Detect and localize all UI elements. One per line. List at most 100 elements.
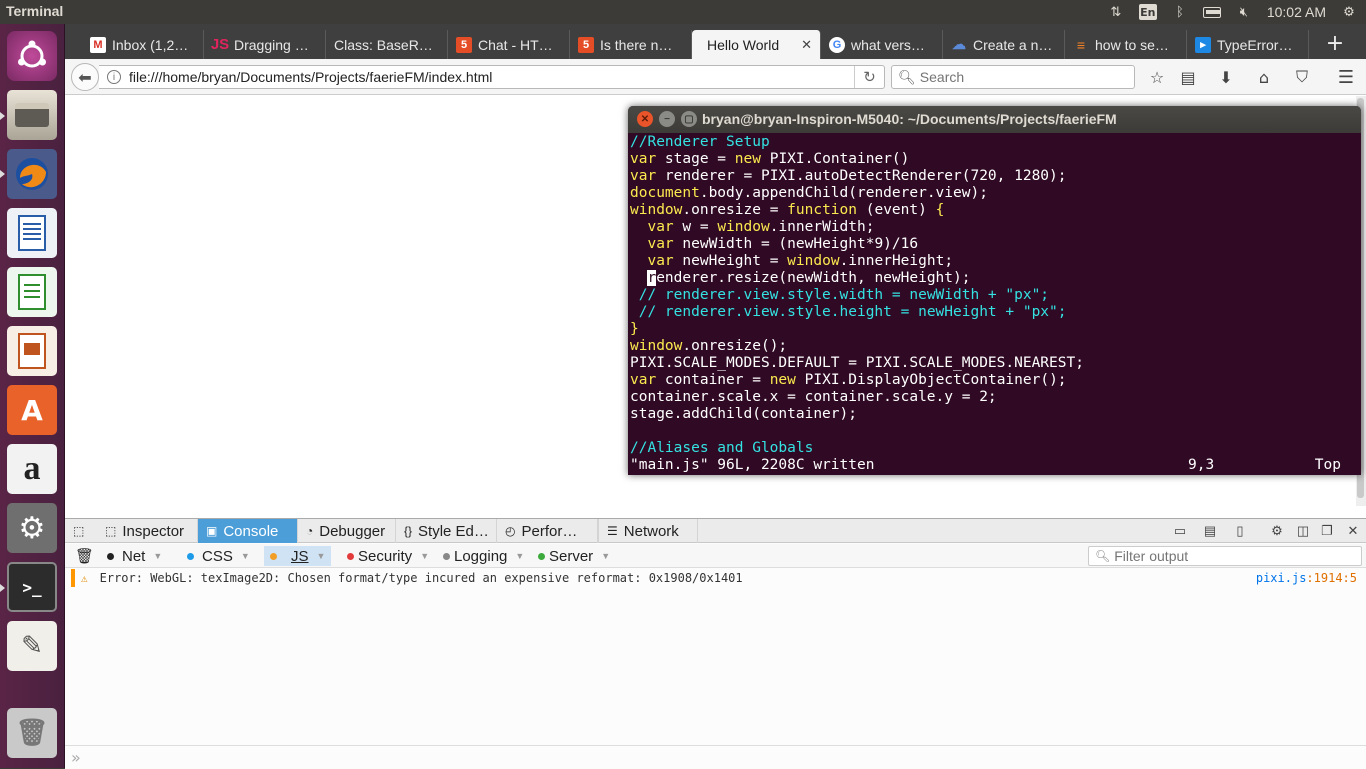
terminal-title: bryan@bryan-Inspiron-M5040: ~/Documents/… xyxy=(702,111,1117,127)
console-message-row[interactable]: ⚠ Error: WebGL: texImage2D: Chosen forma… xyxy=(65,569,1366,587)
console-source-link[interactable]: pixi.js:1914:5 xyxy=(1256,571,1357,585)
battery-icon[interactable] xyxy=(1202,4,1221,20)
picker-icon: ⬚ xyxy=(73,524,85,538)
amazon-icon[interactable]: a xyxy=(7,444,57,494)
pocket-icon[interactable]: ⛉ xyxy=(1291,66,1313,88)
filter-output-input[interactable] xyxy=(1114,548,1355,564)
info-icon[interactable]: i xyxy=(107,70,121,84)
dock-side-icon[interactable]: ◫ xyxy=(1294,522,1312,540)
filter-net[interactable]: Net ▼ xyxy=(101,546,168,566)
inspector-icon: ⬚ xyxy=(105,524,117,538)
google-icon: G xyxy=(829,36,845,53)
filter-logging[interactable]: Logging ▼ xyxy=(437,546,530,566)
settings-gear-icon[interactable]: ⚙ xyxy=(1268,522,1286,540)
new-tab-button[interactable]: + xyxy=(1320,30,1350,56)
undock-icon[interactable]: ❐ xyxy=(1318,522,1336,540)
network-arrows-icon[interactable]: ⇅ xyxy=(1107,4,1125,20)
tab-class-baser[interactable]: Class: BaseR… xyxy=(326,30,448,59)
devtools-tabs: ⬚ ⬚ Inspector ▣ Console ◔ Debugger {} Style … xyxy=(65,519,1366,543)
tab-strip: M Inbox (1,2… JS Dragging … Class: BaseR… xyxy=(65,24,1366,59)
trash-icon[interactable]: 🗑︎ xyxy=(7,708,57,758)
tab-create-a[interactable]: ☁ Create a n… xyxy=(943,30,1065,59)
terminal-window[interactable]: ✕ − ▢ bryan@bryan-Inspiron-M5040: ~/Docu… xyxy=(628,106,1361,475)
bluetooth-icon[interactable]: ᛒ xyxy=(1171,4,1189,20)
vim-scroll-position: Top xyxy=(1314,457,1341,473)
terminal-body[interactable]: //Renderer Setup var stage = new PIXI.Co… xyxy=(630,134,1359,474)
close-window-icon[interactable]: ✕ xyxy=(637,111,653,127)
libreoffice-writer-icon[interactable] xyxy=(7,208,57,258)
home-icon[interactable]: ⌂ xyxy=(1253,66,1275,88)
maximize-window-icon[interactable]: ▢ xyxy=(681,111,697,127)
url-text[interactable]: file:///home/bryan/Documents/Projects/fa… xyxy=(129,69,492,85)
terminal-icon[interactable]: >_ xyxy=(7,562,57,612)
terminal-titlebar[interactable]: ✕ − ▢ bryan@bryan-Inspiron-M5040: ~/Docu… xyxy=(628,106,1361,133)
firefox-icon[interactable] xyxy=(7,149,57,199)
tab-what-vers[interactable]: G what vers… xyxy=(821,30,943,59)
search-input[interactable] xyxy=(919,69,1120,85)
filter-css[interactable]: CSS ▼ xyxy=(181,546,256,566)
ubuntu-dash-icon[interactable] xyxy=(7,31,57,81)
tab-console[interactable]: ▣ Console xyxy=(198,519,298,543)
tab-style-editor[interactable]: {} Style Ed… xyxy=(396,519,497,543)
reading-list-icon[interactable]: ▤ xyxy=(1177,66,1199,88)
source-line[interactable]: :1914:5 xyxy=(1306,571,1357,585)
tab-is-there[interactable]: 5 Is there n… xyxy=(570,30,692,59)
files-icon[interactable] xyxy=(7,90,57,140)
filter-output-box[interactable]: 🔍︎ xyxy=(1088,546,1362,566)
back-button[interactable]: ⬅ xyxy=(71,63,99,91)
close-devtools-icon[interactable]: ✕ xyxy=(1344,522,1362,540)
filter-security[interactable]: Security ▼ xyxy=(341,546,435,566)
system-settings-icon[interactable]: ⚙ xyxy=(7,503,57,553)
hamburger-menu-icon[interactable]: ☰ xyxy=(1335,66,1357,88)
libreoffice-calc-icon[interactable] xyxy=(7,267,57,317)
split-console-icon[interactable]: ▭ xyxy=(1171,522,1189,540)
console-input[interactable]: » xyxy=(65,745,1366,769)
console-filter-bar: 🗑︎ Net ▼ CSS ▼ JS ▼ Security ▼ Logging ▼ Serv… xyxy=(65,544,1366,568)
tab-debugger[interactable]: ◔ Debugger xyxy=(298,519,396,543)
filter-label: Net xyxy=(122,547,146,565)
responsive-design-icon[interactable]: ▯ xyxy=(1231,522,1249,540)
element-picker-button[interactable]: ⬚ xyxy=(65,519,97,543)
tab-inspector[interactable]: ⬚ Inspector xyxy=(97,519,198,543)
unity-launcher: A a ⚙ >_ ✎ 🗑︎ xyxy=(0,24,65,768)
downloads-icon[interactable]: ⬇ xyxy=(1215,66,1237,88)
volume-muted-icon[interactable]: 🔇︎ xyxy=(1235,4,1253,20)
scratchpad-icon[interactable]: ▤ xyxy=(1201,522,1219,540)
vim-status-line: "main.js" 96L, 2208C written 9,3 Top xyxy=(630,457,1359,474)
tab-label: Is there n… xyxy=(600,36,673,53)
close-icon[interactable]: ✕ xyxy=(801,37,812,53)
warning-bar xyxy=(71,569,75,587)
clock[interactable]: 10:02 AM xyxy=(1267,4,1326,20)
tab-chat-ht[interactable]: 5 Chat - HT… xyxy=(448,30,570,59)
bookmark-star-icon[interactable]: ☆ xyxy=(1146,66,1168,88)
filter-js[interactable]: JS ▼ xyxy=(264,546,332,566)
tab-label: Class: BaseR… xyxy=(334,36,433,53)
text-editor-icon[interactable]: ✎ xyxy=(7,621,57,671)
search-box[interactable]: 🔍︎ xyxy=(891,65,1135,89)
url-bar[interactable]: i file:///home/bryan/Documents/Projects/… xyxy=(99,65,885,89)
keyboard-language-indicator[interactable]: En xyxy=(1138,4,1157,20)
tab-hello-world[interactable]: Hello World ✕ xyxy=(692,30,821,59)
vim-cursor-position: 9,3 xyxy=(1188,457,1215,473)
tab-inbox[interactable]: M Inbox (1,2… xyxy=(82,30,204,59)
style-editor-icon: {} xyxy=(404,524,413,538)
ubuntu-software-center-icon[interactable]: A xyxy=(7,385,57,435)
reload-icon[interactable]: ↻ xyxy=(854,66,884,88)
filter-server[interactable]: Server ▼ xyxy=(532,546,616,566)
tab-label: Inspector xyxy=(122,522,185,540)
tab-typeerror[interactable]: ▸ TypeError… xyxy=(1187,30,1309,59)
tab-how-to-se[interactable]: ≡ how to se… xyxy=(1065,30,1187,59)
tab-dragging[interactable]: JS Dragging … xyxy=(204,30,326,59)
tab-network[interactable]: ☰ Network xyxy=(598,519,698,543)
source-file[interactable]: pixi.js xyxy=(1256,571,1307,585)
tab-label: Network xyxy=(623,522,679,540)
clear-console-trash-icon[interactable]: 🗑︎ xyxy=(75,546,94,566)
gmail-icon: M xyxy=(90,36,106,53)
minimize-window-icon[interactable]: − xyxy=(659,111,675,127)
tab-performance[interactable]: ◴ Perfor… xyxy=(497,519,598,543)
navigation-toolbar: ⬅ i file:///home/bryan/Documents/Project… xyxy=(65,59,1366,95)
system-tray: ⇅ En ᛒ 🔇︎ 10:02 AM ⚙ xyxy=(1107,0,1358,24)
libreoffice-impress-icon[interactable] xyxy=(7,326,57,376)
tab-label: TypeError… xyxy=(1217,36,1293,53)
gear-icon[interactable]: ⚙ xyxy=(1340,4,1358,20)
